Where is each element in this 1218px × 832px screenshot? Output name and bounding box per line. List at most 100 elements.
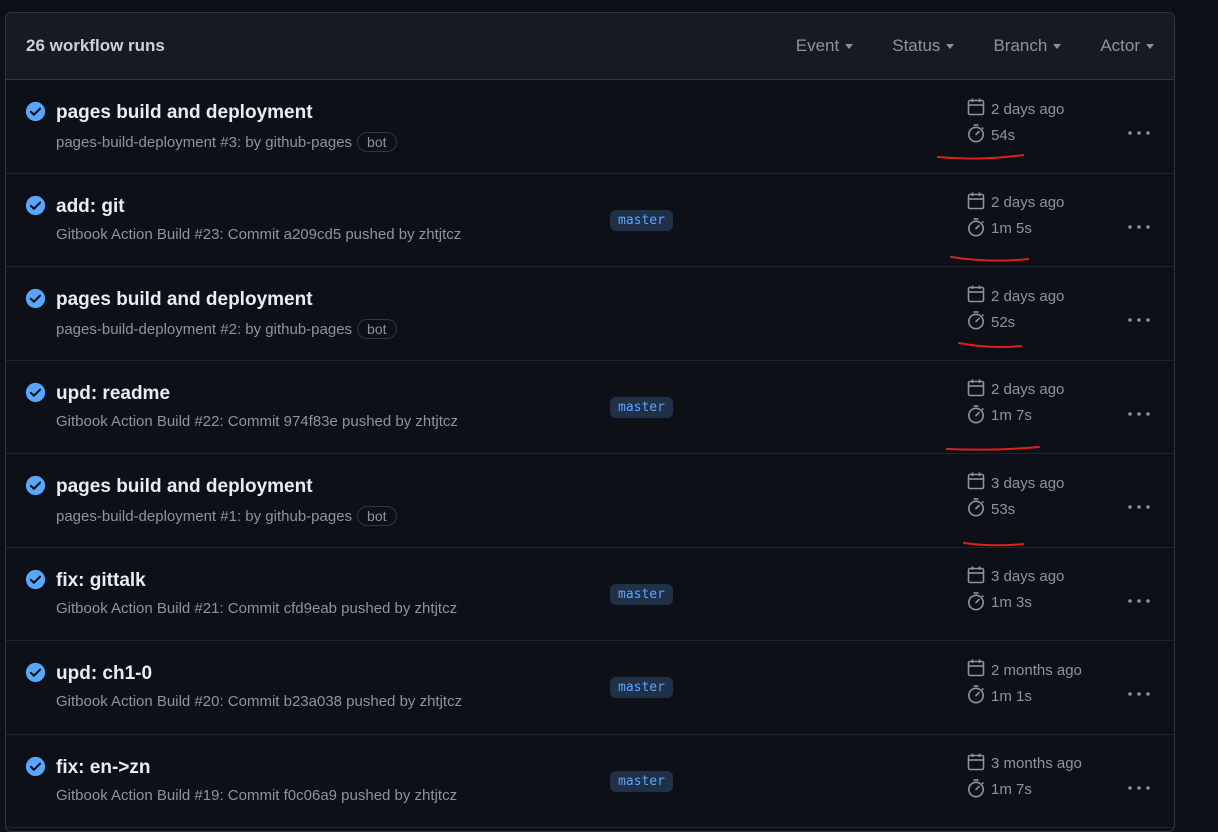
bot-badge: bot — [357, 319, 397, 339]
kebab-horizontal-icon[interactable] — [1127, 592, 1151, 603]
kebab-horizontal-icon[interactable] — [1127, 311, 1151, 322]
stopwatch-icon — [966, 778, 991, 802]
kebab-horizontal-icon[interactable] — [1127, 218, 1151, 229]
run-timing: 3 months ago 1m 7s — [966, 751, 1082, 803]
check-circle-fill-icon — [25, 475, 46, 496]
branch-label[interactable]: master — [610, 583, 673, 605]
workflow-name: Gitbook Action Build #23 — [56, 225, 220, 243]
run-date: 2 months ago — [991, 661, 1082, 679]
run-timing: 2 days ago 54s — [966, 96, 1064, 148]
calendar-icon — [966, 378, 991, 402]
event-filter[interactable]: Event — [795, 36, 854, 56]
event-filter-label: Event — [795, 36, 840, 55]
workflow-run-row[interactable]: upd: readme Gitbook Action Build #22: Com… — [6, 361, 1174, 454]
kebab-horizontal-icon[interactable] — [1127, 685, 1151, 696]
run-title-link[interactable]: add: git — [56, 196, 125, 218]
calendar-icon — [966, 565, 991, 589]
run-meta: Gitbook Action Build #20: Commit b23a038… — [56, 693, 462, 710]
check-circle-fill-icon — [25, 756, 46, 777]
actor-filter[interactable]: Actor — [1100, 36, 1154, 56]
run-duration: 54s — [991, 126, 1016, 144]
run-title-link[interactable]: pages build and deployment — [56, 102, 313, 124]
branch-filter-label: Branch — [993, 36, 1048, 55]
run-detail: : Commit a209cd5 pushed by zhtjtcz — [219, 225, 462, 243]
run-date: 2 days ago — [991, 100, 1065, 118]
run-meta: pages-build-deployment #1: by github-pag… — [56, 506, 397, 526]
run-timing: 2 months ago 1m 1s — [966, 657, 1082, 709]
workflow-name: pages-build-deployment #2 — [56, 320, 237, 338]
run-date: 3 days ago — [991, 568, 1065, 585]
run-title-link[interactable]: fix: en->zn — [56, 757, 150, 779]
bot-badge: bot — [357, 506, 397, 526]
run-date: 2 days ago — [991, 381, 1065, 398]
run-title-link[interactable]: fix: gittalk — [56, 570, 146, 592]
check-circle-fill-icon — [25, 382, 46, 403]
run-meta: Gitbook Action Build #19: Commit f0c06a9… — [56, 787, 457, 804]
check-circle-fill-icon — [25, 195, 46, 216]
branch-label[interactable]: master — [610, 209, 673, 231]
workflow-name: pages-build-deployment #1 — [56, 507, 237, 525]
run-date: 2 days ago — [991, 287, 1065, 305]
stopwatch-icon — [966, 404, 991, 428]
run-meta: pages-build-deployment #2: by github-pag… — [56, 319, 397, 339]
workflow-run-row[interactable]: pages build and deployment pages-build-de… — [6, 80, 1174, 174]
kebab-horizontal-icon[interactable] — [1127, 124, 1151, 135]
run-meta: Gitbook Action Build #23: Commit a209cd5… — [56, 226, 461, 243]
bot-badge: bot — [357, 132, 397, 152]
calendar-icon — [966, 284, 991, 308]
stopwatch-icon — [966, 310, 991, 334]
branch-label[interactable]: master — [610, 677, 673, 698]
run-meta: Gitbook Action Build #21: Commit cfd9eab… — [56, 600, 457, 617]
workflow-name: Gitbook Action Build #22 — [56, 412, 220, 430]
run-duration: 1m 3s — [991, 594, 1032, 611]
kebab-horizontal-icon[interactable] — [1127, 779, 1151, 790]
run-duration: 1m 5s — [991, 220, 1032, 237]
run-detail: : Commit b23a038 pushed by zhtjtcz — [219, 693, 463, 710]
run-timing: 3 days ago 53s — [966, 470, 1064, 522]
calendar-icon — [966, 471, 991, 495]
stopwatch-icon — [966, 684, 991, 708]
workflow-name: Gitbook Action Build #21 — [56, 599, 220, 617]
run-detail: : by github-pages — [236, 133, 353, 151]
kebab-horizontal-icon[interactable] — [1127, 405, 1151, 416]
workflow-run-row[interactable]: add: git Gitbook Action Build #23: Commit… — [6, 174, 1174, 267]
run-date: 3 months ago — [991, 755, 1082, 772]
run-meta: pages-build-deployment #3: by github-pag… — [56, 132, 397, 152]
workflow-run-row[interactable]: fix: gittalk Gitbook Action Build #21: Co… — [6, 548, 1174, 641]
stopwatch-icon — [966, 497, 991, 521]
caret-down-icon — [1146, 43, 1154, 49]
actor-filter-label: Actor — [1100, 36, 1140, 55]
check-circle-fill-icon — [25, 101, 46, 122]
calendar-icon — [966, 191, 991, 215]
run-title-link[interactable]: pages build and deployment — [56, 289, 313, 311]
workflow-run-row[interactable]: upd: ch1-0 Gitbook Action Build #20: Comm… — [6, 641, 1174, 735]
status-filter-label: Status — [892, 36, 941, 55]
run-timing: 2 days ago 52s — [966, 283, 1064, 335]
run-duration: 52s — [991, 313, 1016, 331]
caret-down-icon — [845, 43, 854, 49]
check-circle-fill-icon — [25, 288, 46, 309]
run-title-link[interactable]: upd: ch1-0 — [56, 663, 152, 685]
check-circle-fill-icon — [25, 662, 46, 683]
status-filter[interactable]: Status — [892, 36, 955, 56]
run-detail: : Commit cfd9eab pushed by zhtjtcz — [219, 599, 458, 617]
run-detail: : Commit 974f83e pushed by zhtjtcz — [219, 412, 458, 430]
workflow-run-row[interactable]: pages build and deployment pages-build-de… — [6, 267, 1174, 361]
branch-label[interactable]: master — [610, 770, 673, 792]
runs-header: 26 workflow runs Event Status Branch Act… — [6, 13, 1174, 80]
branch-filter[interactable]: Branch — [993, 36, 1062, 56]
kebab-horizontal-icon[interactable] — [1127, 498, 1151, 509]
run-timing: 2 days ago 1m 5s — [966, 190, 1064, 242]
run-duration: 1m 1s — [991, 687, 1032, 705]
workflow-run-row[interactable]: pages build and deployment pages-build-de… — [6, 454, 1174, 548]
run-detail: : Commit f0c06a9 pushed by zhtjtcz — [219, 786, 458, 804]
branch-label[interactable]: master — [610, 396, 673, 418]
caret-down-icon — [946, 43, 955, 49]
run-count: 26 workflow runs — [26, 36, 165, 55]
run-date: 2 days ago — [991, 194, 1065, 211]
run-title-link[interactable]: pages build and deployment — [56, 476, 313, 498]
run-title-link[interactable]: upd: readme — [56, 383, 170, 405]
stopwatch-icon — [966, 591, 991, 615]
workflow-runs-panel: 26 workflow runs Event Status Branch Act… — [5, 12, 1175, 832]
workflow-run-row[interactable]: fix: en->zn Gitbook Action Build #19: Com… — [6, 735, 1174, 828]
